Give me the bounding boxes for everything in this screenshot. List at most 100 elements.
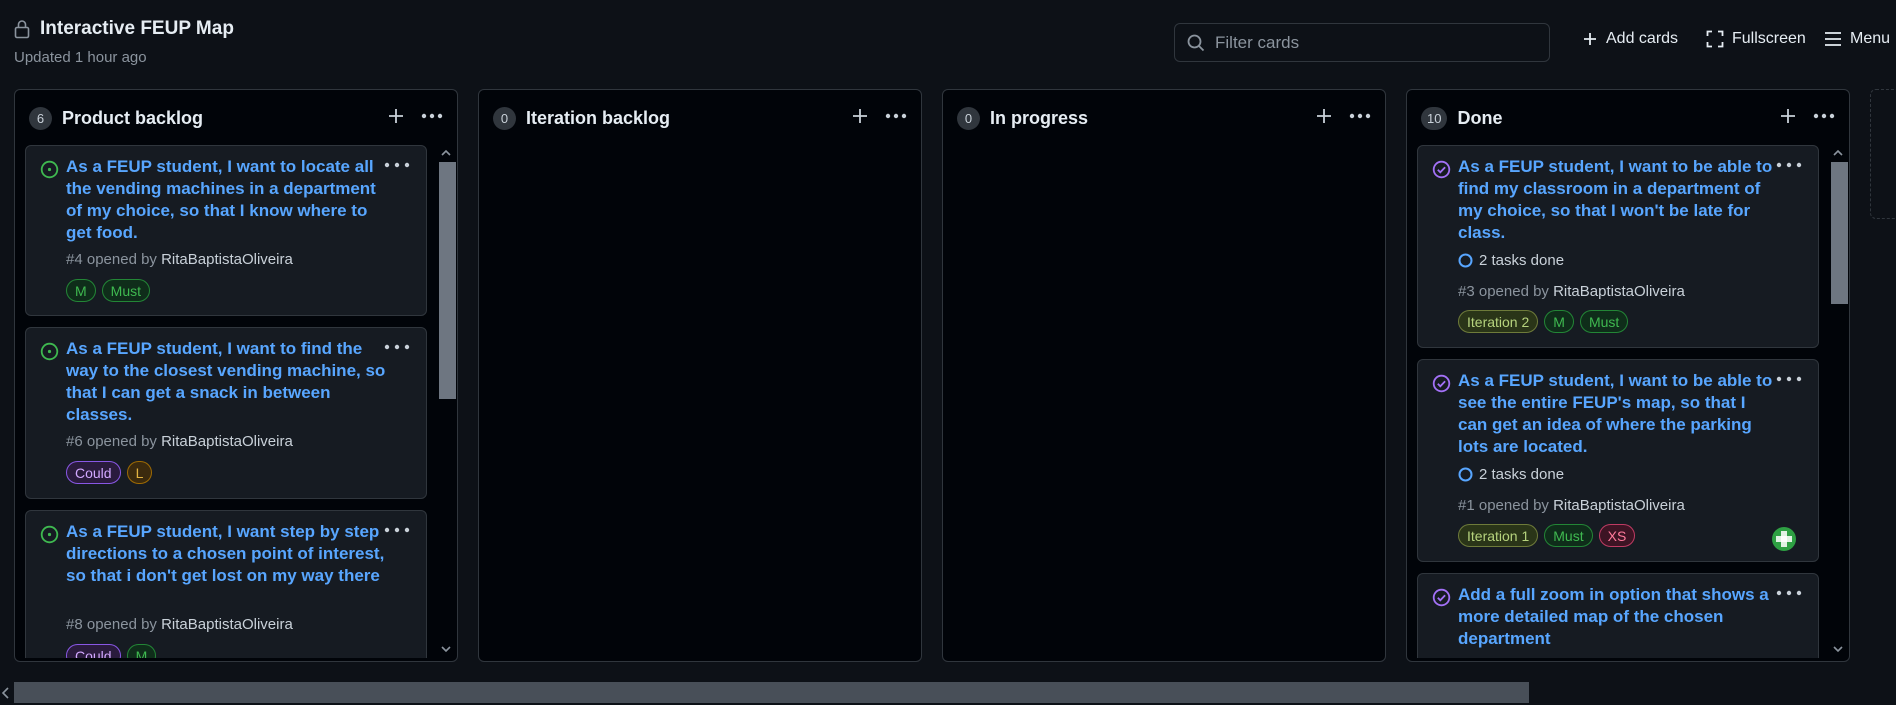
label-size[interactable]: XS [1598,524,1636,547]
scroll-down-icon[interactable] [1832,643,1844,655]
column-done: 10 Done As a FEUP student, I want to be … [1406,89,1850,662]
column-more-icon[interactable] [883,104,909,128]
label-priority[interactable]: Must [1544,524,1593,547]
scrollbar-thumb[interactable] [439,162,456,399]
column-header: 6 Product backlog [29,106,203,130]
author-link[interactable]: RitaBaptistaOliveira [1553,283,1685,300]
board-horizontal-scrollbar[interactable] [0,681,1896,705]
author-link[interactable]: RitaBaptistaOliveira [161,251,293,268]
card-meta: #6 opened by RitaBaptistaOliveira [66,433,293,450]
label-list: M Must [66,279,151,302]
project-title: Interactive FEUP Map [40,18,234,39]
card-title[interactable]: As a FEUP student, I want to find the wa… [66,338,386,426]
issue-card[interactable]: As a FEUP student, I want to be able to … [1417,359,1819,562]
card-count: 0 [493,106,516,130]
label-iteration[interactable]: Iteration 2 [1458,310,1539,333]
column-title: In progress [990,107,1089,128]
add-card-plus-icon[interactable] [385,104,407,128]
fullscreen-button[interactable]: Fullscreen [1706,30,1806,48]
scroll-down-icon[interactable] [440,643,452,655]
card-list: As a FEUP student, I want to be able to … [1417,145,1819,658]
card-meta: #4 opened by RitaBaptistaOliveira [66,251,293,268]
card-count: 10 [1421,106,1448,130]
card-more-icon[interactable] [384,340,410,354]
label-list: Could L [66,461,153,484]
author-link[interactable]: RitaBaptistaOliveira [161,616,293,633]
card-meta: #8 opened by RitaBaptistaOliveira [66,616,293,633]
scrollbar-thumb[interactable] [1831,162,1848,304]
card-more-icon[interactable] [1776,372,1802,386]
issue-ref: #1 opened by [1458,497,1554,514]
add-card-plus-icon[interactable] [1313,104,1335,128]
column-header: 10 Done [1421,106,1502,130]
card-meta: #3 opened by RitaBaptistaOliveira [1458,283,1685,300]
assignee-avatar[interactable] [1772,527,1796,551]
tasks-done-text: 2 tasks done [1479,466,1565,483]
card-title[interactable]: As a FEUP student, I want to locate all … [66,156,386,244]
issue-card[interactable]: As a FEUP student, I want to locate all … [25,145,427,316]
scrollbar-thumb[interactable] [14,682,1529,703]
tasks-done-text: 2 tasks done [1479,252,1565,269]
task-progress-icon [1458,253,1473,268]
updated-text: Updated 1 hour ago [14,49,147,66]
column-in-progress: 0 In progress [942,89,1386,662]
label-size[interactable]: M [66,279,96,302]
label-priority[interactable]: Could [66,644,121,658]
label-priority[interactable]: Must [101,279,151,302]
author-link[interactable]: RitaBaptistaOliveira [1553,497,1685,514]
project-header: Interactive FEUP Map Updated 1 hour ago … [0,0,1896,80]
column-header: 0 In progress [957,106,1088,130]
column-scrollbar[interactable] [437,145,456,658]
fullscreen-icon [1706,30,1724,48]
column-iteration-backlog: 0 Iteration backlog [478,89,922,662]
label-priority[interactable]: Could [66,461,121,484]
task-progress-icon [1458,467,1473,482]
add-column-placeholder[interactable] [1870,89,1896,219]
menu-button[interactable]: Menu [1824,30,1890,48]
card-meta: #1 opened by RitaBaptistaOliveira [1458,497,1685,514]
filter-cards-input[interactable] [1215,32,1535,53]
open-issue-icon [40,160,59,179]
menu-label: Menu [1850,30,1891,47]
add-card-plus-icon[interactable] [1777,104,1799,128]
card-more-icon[interactable] [384,158,410,172]
add-cards-label: Add cards [1606,30,1679,47]
fullscreen-label: Fullscreen [1732,30,1806,47]
author-link[interactable]: RitaBaptistaOliveira [161,433,293,450]
card-title[interactable]: As a FEUP student, I want step by step d… [66,521,386,587]
scroll-left-icon[interactable] [0,687,10,699]
title-row: Interactive FEUP Map [14,18,234,40]
card-count: 0 [957,106,980,130]
label-list: Iteration 1 Must XS [1458,524,1636,547]
filter-cards-field[interactable] [1174,23,1550,62]
label-iteration[interactable]: Iteration 1 [1458,524,1539,547]
column-more-icon[interactable] [1811,104,1837,128]
label-list: Could M [66,644,157,658]
issue-card[interactable]: As a FEUP student, I want step by step d… [25,510,427,658]
card-more-icon[interactable] [1776,586,1802,600]
label-priority[interactable]: Must [1579,310,1629,333]
card-title[interactable]: As a FEUP student, I want to be able to … [1458,370,1778,458]
label-size[interactable]: L [126,461,153,484]
issue-ref: #3 opened by [1458,283,1554,300]
note-card[interactable]: Add a full zoom in option that shows a m… [1417,573,1819,658]
card-title[interactable]: As a FEUP student, I want to be able to … [1458,156,1778,244]
task-progress: 2 tasks done [1458,466,1564,483]
card-more-icon[interactable] [384,523,410,537]
scroll-up-icon[interactable] [440,147,452,159]
column-more-icon[interactable] [419,104,445,128]
add-card-plus-icon[interactable] [849,104,871,128]
add-cards-button[interactable]: Add cards [1582,30,1678,48]
column-more-icon[interactable] [1347,104,1373,128]
column-title: Product backlog [62,107,204,128]
card-more-icon[interactable] [1776,158,1802,172]
column-scrollbar[interactable] [1829,145,1848,658]
issue-card[interactable]: As a FEUP student, I want to be able to … [1417,145,1819,348]
column-product-backlog: 6 Product backlog As a FEUP student, I w… [14,89,458,662]
label-size[interactable]: M [126,644,157,658]
label-size[interactable]: M [1544,310,1574,333]
card-title[interactable]: Add a full zoom in option that shows a m… [1458,584,1778,650]
card-count: 6 [29,106,52,130]
scroll-up-icon[interactable] [1832,147,1844,159]
issue-card[interactable]: As a FEUP student, I want to find the wa… [25,327,427,499]
